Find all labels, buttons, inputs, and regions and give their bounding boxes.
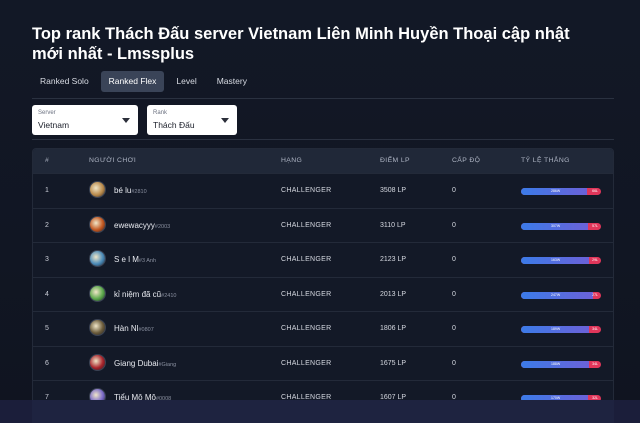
row-tier: CHALLENGER	[281, 187, 332, 194]
tab-ranked-solo[interactable]: Ranked Solo	[32, 71, 97, 92]
player-name-text: ewewacyyy	[114, 220, 155, 230]
row-level: 0	[452, 325, 456, 332]
winrate-wins-text: 163W	[551, 258, 561, 262]
row-level: 0	[452, 256, 456, 263]
row-level: 0	[452, 187, 456, 194]
tab-ranked-flex[interactable]: Ranked Flex	[100, 71, 165, 92]
winrate-bar: 163W 29L	[521, 257, 601, 264]
player-name[interactable]: Hàn Nl#0807	[114, 324, 154, 333]
table-row[interactable]: 5 Hàn Nl#0807 CHALLENGER 1806 LP 0 189W 34L	[33, 311, 613, 346]
winrate-losses-text: 27L	[592, 292, 598, 297]
table-row[interactable]: 4 kỉ niệm đã cũ#2410 CHALLENGER 2013 LP 0 247…	[33, 276, 613, 312]
row-rank: 6	[45, 359, 49, 367]
leaderboard-table: # NGƯỜI CHƠI HẠNG ĐIỂM LP CẤP ĐỘ TỶ LỆ T…	[32, 148, 614, 423]
row-rank: 1	[45, 187, 49, 194]
filters-divider	[32, 139, 614, 140]
table-row[interactable]: 2 ewewacyyy#2003 CHALLENGER 3110 LP 0 307W 57L	[33, 207, 613, 243]
server-select-value: Vietnam	[38, 120, 70, 130]
tab-mastery[interactable]: Mastery	[209, 71, 255, 92]
winrate-bar: 188W 34L	[521, 360, 601, 368]
row-rank: 2	[45, 221, 49, 229]
player-name-text: Giang Dubai	[114, 358, 159, 368]
header-rank: #	[45, 157, 50, 164]
ranking-tabs: Ranked Solo Ranked Flex Level Mastery	[32, 71, 255, 92]
row-level: 0	[452, 290, 456, 298]
row-tier: CHALLENGER	[281, 221, 332, 229]
avatar	[89, 319, 106, 336]
player-name[interactable]: kỉ niệm đã cũ#2410	[114, 290, 176, 299]
winrate-bar: 307W 57L	[521, 222, 601, 230]
footer-strip	[0, 400, 640, 423]
row-rank: 3	[45, 256, 49, 263]
table-header: # NGƯỜI CHƠI HẠNG ĐIỂM LP CẤP ĐỘ TỶ LỆ T…	[33, 149, 613, 173]
rank-select-value: Thách Đấu	[153, 120, 195, 130]
server-select[interactable]: Server Vietnam	[32, 105, 138, 135]
winrate-losses-text: 34L	[592, 327, 598, 331]
winrate-wins-text: 189W	[551, 327, 561, 331]
player-tag: #Giang	[158, 361, 177, 368]
row-lp: 3110 LP	[380, 221, 406, 229]
player-tag: #2410	[161, 292, 177, 299]
winrate-wins-text: 307W	[551, 223, 561, 228]
header-lp: ĐIỂM LP	[380, 157, 410, 164]
player-tag: #2003	[154, 223, 171, 230]
winrate-losses-text: 57L	[592, 223, 598, 228]
player-tag: #3 Anh	[138, 258, 157, 264]
player-tag: #2810	[131, 189, 147, 195]
winrate-bar: 286W 66L	[521, 188, 601, 195]
table-row[interactable]: 6 Giang Dubai#Giang CHALLENGER 1675 LP 0 188W…	[33, 345, 613, 381]
row-rank: 4	[45, 290, 49, 298]
page: Top rank Thách Đấu server Vietnam Liên M…	[0, 0, 640, 423]
player-name[interactable]: S e l M#3 Anh	[114, 255, 156, 264]
chevron-down-icon	[122, 118, 130, 123]
winrate-wins-text: 286W	[551, 189, 561, 193]
row-tier: CHALLENGER	[281, 256, 332, 263]
player-name-text: S e l M	[114, 255, 139, 264]
winrate-bar: 247W 27L	[521, 291, 601, 299]
rank-select-label: Rank	[153, 110, 168, 116]
table-row[interactable]: 3 S e l M#3 Anh CHALLENGER 2123 LP 0 163W 29L	[33, 242, 613, 277]
avatar	[89, 250, 106, 267]
winrate-bar: 189W 34L	[521, 326, 601, 333]
header-level: CẤP ĐỘ	[452, 157, 481, 164]
winrate-losses-text: 29L	[592, 258, 598, 262]
row-lp: 2013 LP	[380, 290, 407, 298]
page-title: Top rank Thách Đấu server Vietnam Liên M…	[32, 25, 570, 63]
server-select-label: Server	[38, 110, 56, 116]
avatar	[89, 353, 106, 371]
player-name-text: bé lu	[114, 186, 132, 195]
winrate-wins-text: 247W	[551, 292, 561, 297]
winrate-losses-text: 34L	[592, 361, 598, 366]
row-tier: CHALLENGER	[281, 290, 332, 298]
row-lp: 2123 LP	[380, 256, 407, 263]
avatar	[89, 284, 106, 302]
winrate-wins-text: 188W	[551, 361, 561, 366]
player-name-text: kỉ niệm đã cũ	[114, 289, 162, 299]
winrate-losses-text: 66L	[592, 189, 598, 193]
row-lp: 1806 LP	[380, 325, 407, 332]
row-rank: 5	[45, 325, 49, 332]
avatar	[89, 215, 106, 233]
header-winrate: TỶ LỆ THẮNG	[521, 157, 570, 164]
player-name[interactable]: ewewacyyy#2003	[114, 221, 170, 230]
tab-level[interactable]: Level	[168, 71, 204, 92]
row-tier: CHALLENGER	[281, 359, 332, 367]
rank-select[interactable]: Rank Thách Đấu	[147, 105, 237, 135]
player-name-text: Hàn Nl	[114, 324, 139, 333]
tabs-divider	[32, 98, 614, 99]
footer-strip-inner	[32, 400, 614, 423]
player-name[interactable]: Giang Dubai#Giang	[114, 359, 176, 368]
row-tier: CHALLENGER	[281, 325, 332, 332]
row-level: 0	[452, 359, 456, 367]
row-lp: 1675 LP	[380, 359, 407, 367]
player-name[interactable]: bé lu#2810	[114, 186, 147, 195]
row-level: 0	[452, 221, 456, 229]
chevron-down-icon	[221, 118, 229, 123]
avatar	[89, 181, 106, 198]
row-lp: 3508 LP	[380, 187, 407, 194]
header-tier: HẠNG	[281, 157, 303, 164]
player-tag: #0807	[138, 327, 154, 333]
table-row[interactable]: 1 bé lu#2810 CHALLENGER 3508 LP 0 286W 66L	[33, 173, 613, 208]
header-player: NGƯỜI CHƠI	[89, 157, 137, 164]
